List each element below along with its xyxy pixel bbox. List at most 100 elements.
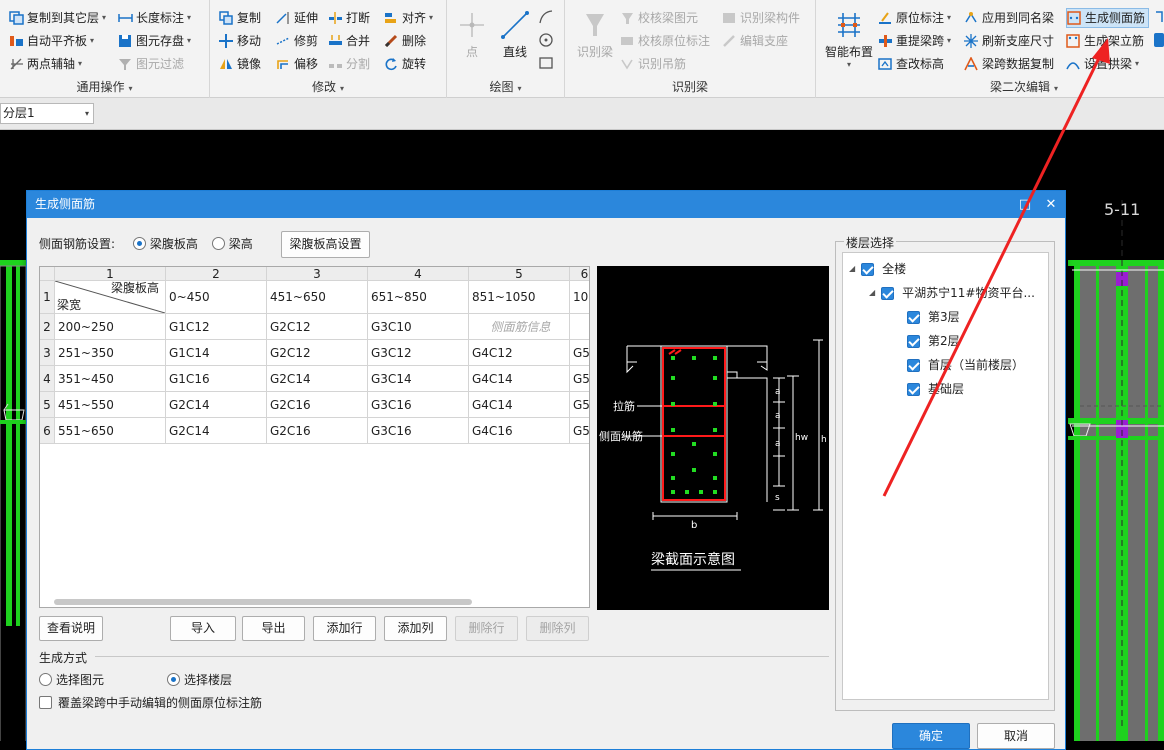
radio-select-floor[interactable]: 选择楼层 xyxy=(167,671,232,688)
element-save-button[interactable]: 图元存盘 ▾ xyxy=(118,31,191,51)
trim-button[interactable]: 修剪 xyxy=(276,31,318,51)
table-cell[interactable]: G5C16 xyxy=(570,418,589,444)
group-general-ops-label[interactable]: 通用操作 ▾ xyxy=(0,78,209,95)
export-button[interactable]: 导出 xyxy=(242,616,305,641)
table-width-cell[interactable]: 251~350 xyxy=(55,340,166,366)
table-cell[interactable] xyxy=(570,314,589,340)
dialog-titlebar[interactable]: 生成侧面筋 □ ✕ xyxy=(27,191,1065,218)
rectangle-tool-icon[interactable] xyxy=(537,54,555,72)
table-cell[interactable]: G4C16 xyxy=(469,418,570,444)
merge-button[interactable]: 合并 xyxy=(328,31,370,51)
checkbox-floor[interactable] xyxy=(907,382,920,396)
checkbox-project[interactable] xyxy=(881,286,895,300)
table-range-cell[interactable]: 651~850 xyxy=(368,281,469,314)
offset-button[interactable]: 偏移 xyxy=(276,54,318,74)
view-elevation-button[interactable]: 查改标高 xyxy=(878,54,944,74)
table-range-cell[interactable]: 1051~ xyxy=(570,281,589,314)
element-filter-button[interactable]: 图元过滤 xyxy=(118,54,184,74)
table-width-cell[interactable]: 200~250 xyxy=(55,314,166,340)
table-cell[interactable]: G2C14 xyxy=(267,366,368,392)
checkbox-floor[interactable] xyxy=(907,358,920,372)
table-cell[interactable]: G4C14 xyxy=(469,392,570,418)
cancel-button[interactable]: 取消 xyxy=(977,723,1055,749)
extend-button[interactable]: 延伸 xyxy=(276,8,318,28)
extra-tool-icon[interactable] xyxy=(1154,8,1164,26)
table-cell[interactable]: G2C14 xyxy=(166,418,267,444)
extra-check-icon[interactable] xyxy=(1154,33,1164,47)
view-description-button[interactable]: 查看说明 xyxy=(39,616,103,641)
table-cell[interactable]: G1C16 xyxy=(166,366,267,392)
table-cell[interactable]: G4C12 xyxy=(469,340,570,366)
align-button[interactable]: 对齐 ▾ xyxy=(384,8,433,28)
group-draw-label[interactable]: 绘图 ▾ xyxy=(447,78,564,95)
break-button[interactable]: 打断 xyxy=(328,8,370,28)
collapse-triangle-icon[interactable]: ◢ xyxy=(849,259,855,279)
table-cell[interactable]: G5C12 xyxy=(570,340,589,366)
table-cell[interactable]: G3C16 xyxy=(368,418,469,444)
apply-same-name-beam-button[interactable]: 应用到同名梁 xyxy=(964,8,1054,28)
line-button[interactable]: 直线 xyxy=(497,10,533,60)
tree-node-floor[interactable]: 第3层 xyxy=(907,307,960,327)
original-label-button[interactable]: 原位标注 ▾ xyxy=(878,8,951,28)
table-range-cell[interactable]: 0~450 xyxy=(166,281,267,314)
collapse-triangle-icon[interactable]: ◢ xyxy=(869,283,875,303)
smart-layout-button[interactable]: 智能布置 ▾ xyxy=(820,10,878,69)
mirror-button[interactable]: 镜像 xyxy=(219,54,261,74)
layer-select[interactable]: 分层1 ▾ xyxy=(0,103,94,124)
checkbox-floor[interactable] xyxy=(907,334,920,348)
delete-row-button[interactable]: 删除行 xyxy=(455,616,518,641)
group-beam-edit-label[interactable]: 梁二次编辑 ▾ xyxy=(816,78,1164,95)
import-button[interactable]: 导入 xyxy=(170,616,236,641)
refresh-support-size-button[interactable]: 刷新支座尺寸 xyxy=(964,31,1054,51)
table-cell[interactable]: G2C16 xyxy=(267,392,368,418)
generate-side-bar-button[interactable]: 生成侧面筋 xyxy=(1066,8,1150,28)
web-height-setting-button[interactable]: 梁腹板高设置 xyxy=(281,231,370,258)
table-cell[interactable]: G5C14 xyxy=(570,392,589,418)
table-cell[interactable]: G1C14 xyxy=(166,340,267,366)
move-button[interactable]: 移动 xyxy=(219,31,261,51)
auto-align-slab-button[interactable]: 自动平齐板 ▾ xyxy=(9,31,94,51)
tree-node-floor[interactable]: 第2层 xyxy=(907,331,960,351)
split-button[interactable]: 分割 xyxy=(328,54,370,74)
check-original-label-button[interactable]: 校核原位标注 xyxy=(620,31,710,51)
delete-column-button[interactable]: 删除列 xyxy=(526,616,589,641)
rotate-button[interactable]: 旋转 xyxy=(384,54,426,74)
checkbox-floor[interactable] xyxy=(907,310,920,324)
table-cell[interactable]: G2C12 xyxy=(267,340,368,366)
generate-erection-bar-button[interactable]: 生成架立筋 xyxy=(1066,31,1144,51)
override-checkbox-row[interactable]: 覆盖梁跨中手动编辑的侧面原位标注筋 xyxy=(39,694,262,711)
radio-select-element[interactable]: 选择图元 xyxy=(39,671,104,688)
tree-node-project[interactable]: ◢ 平湖苏宁11#物资平台... xyxy=(869,283,1035,303)
delete-button[interactable]: 删除 xyxy=(384,31,426,51)
table-range-cell[interactable]: 451~650 xyxy=(267,281,368,314)
arc-tool-icon[interactable] xyxy=(537,8,555,26)
table-cell[interactable]: G4C14 xyxy=(469,366,570,392)
recognize-hanger-button[interactable]: 识别吊筋 xyxy=(620,54,686,74)
span-data-copy-button[interactable]: 梁跨数据复制 xyxy=(964,54,1054,74)
circle-tool-icon[interactable] xyxy=(537,31,555,49)
check-beam-element-button[interactable]: 校核梁图元 xyxy=(620,8,698,28)
table-cell[interactable]: G3C10 xyxy=(368,314,469,340)
table-range-cell[interactable]: 851~1050 xyxy=(469,281,570,314)
checkbox-all[interactable] xyxy=(861,262,875,276)
table-cell[interactable]: G1C12 xyxy=(166,314,267,340)
table-cell[interactable]: G5C14 xyxy=(570,366,589,392)
re-extract-span-button[interactable]: 重提梁跨 ▾ xyxy=(878,31,951,51)
table-width-cell[interactable]: 451~550 xyxy=(55,392,166,418)
table-cell[interactable]: G2C12 xyxy=(267,314,368,340)
edit-support-button[interactable]: 编辑支座 xyxy=(722,31,788,51)
set-arch-beam-button[interactable]: 设置拱梁 ▾ xyxy=(1066,54,1139,74)
ok-button[interactable]: 确定 xyxy=(892,723,970,749)
table-width-cell[interactable]: 351~450 xyxy=(55,366,166,392)
group-modify-label[interactable]: 修改 ▾ xyxy=(210,78,446,95)
point-button[interactable]: 点 xyxy=(457,10,487,60)
copy-button[interactable]: 复制 xyxy=(219,8,261,28)
radio-web-height[interactable]: 梁腹板高 xyxy=(132,237,198,251)
close-icon[interactable]: ✕ xyxy=(1039,191,1063,218)
table-cell[interactable]: 侧面筋信息 xyxy=(469,314,570,340)
tree-node-floor[interactable]: 首层（当前楼层） xyxy=(907,355,1024,375)
override-checkbox[interactable] xyxy=(39,696,52,709)
radio-beam-height[interactable]: 梁高 xyxy=(211,237,253,251)
tree-node-all[interactable]: ◢ 全楼 xyxy=(849,259,906,279)
table-cell[interactable]: G3C12 xyxy=(368,340,469,366)
